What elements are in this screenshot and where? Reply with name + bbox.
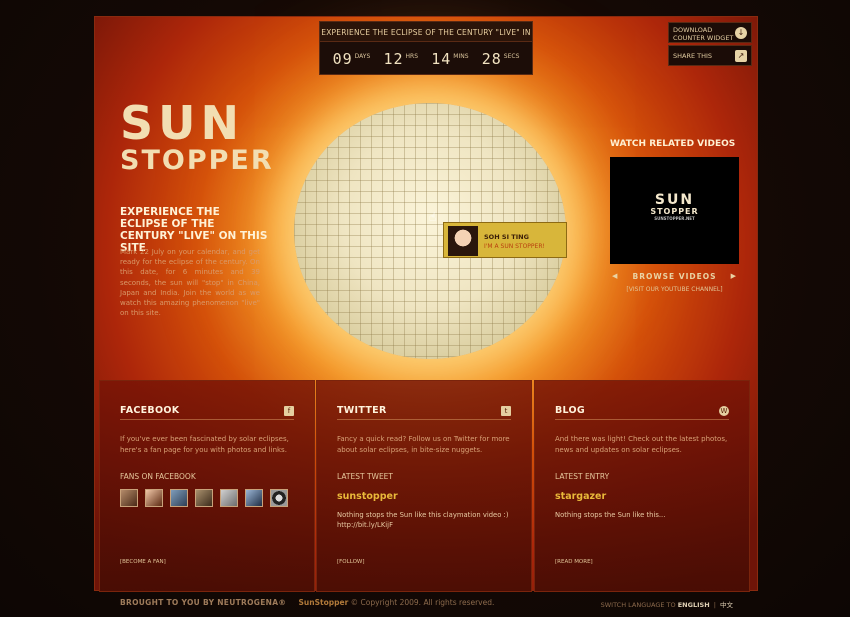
user-status: I'M A SUN STOPPER! (484, 243, 545, 250)
videos-heading: WATCH RELATED VIDEOS (610, 139, 736, 149)
logo-line-1: SUN (120, 96, 244, 150)
browse-videos-label: BROWSE VIDEOS (632, 272, 717, 281)
twitter-title: TWITTER (337, 405, 387, 416)
countdown-value: 09 (332, 50, 353, 68)
fan-avatar[interactable] (270, 489, 288, 507)
countdown-unit: SECS (503, 53, 520, 60)
facebook-header: FACEBOOK f (120, 405, 294, 420)
countdown-row: 09 DAYS 12 HRS 14 MINS 28 SECS (320, 42, 532, 68)
sunstopper-logo[interactable]: SUN STOPPER (120, 100, 274, 176)
blog-description: And there was light! Check out the lates… (555, 435, 728, 454)
fans-list (120, 489, 294, 507)
countdown-value: 14 (431, 50, 452, 68)
become-fan-link[interactable]: [BECOME A FAN] (120, 559, 166, 565)
video-logo-line-3: SUNSTOPPER.NET (654, 216, 695, 221)
twitter-user-link[interactable]: sunstopper (337, 491, 511, 502)
latest-tweet-heading: LATEST TWEET (337, 472, 394, 481)
countdown-minutes: 14 MINS (431, 50, 468, 68)
blog-header: BLOG W (555, 405, 729, 420)
share-button[interactable]: SHARE THIS ↗ (668, 45, 752, 66)
blog-entry-link[interactable]: stargazer (555, 491, 729, 502)
fan-avatar[interactable] (195, 489, 213, 507)
fan-avatar[interactable] (220, 489, 238, 507)
countdown-panel: EXPERIENCE THE ECLIPSE OF THE CENTURY "L… (319, 21, 533, 75)
countdown-value: 12 (383, 50, 404, 68)
browse-videos: ◀ BROWSE VIDEOS ▶ (610, 272, 739, 281)
share-icon: ↗ (735, 50, 747, 62)
twitter-icon[interactable]: t (501, 405, 511, 416)
footer-brand[interactable]: BROUGHT TO YOU BY NEUTROGENA® (120, 598, 286, 607)
twitter-description: Fancy a quick read? Follow us on Twitter… (337, 435, 510, 454)
footer-credits: BROUGHT TO YOU BY NEUTROGENA® SunStopper… (120, 598, 494, 607)
language-english[interactable]: ENGLISH (678, 601, 710, 609)
twitter-header: TWITTER t (337, 405, 511, 420)
logo-line-2: STOPPER (120, 145, 274, 176)
read-more-link[interactable]: [READ MORE] (555, 559, 593, 565)
blog-title: BLOG (555, 405, 586, 416)
latest-entry-heading: LATEST ENTRY (555, 472, 610, 481)
fan-avatar[interactable] (120, 489, 138, 507)
countdown-unit: MINS (453, 53, 469, 60)
facebook-panel: FACEBOOK f If you've ever been fascinate… (99, 380, 315, 592)
fan-avatar[interactable] (170, 489, 188, 507)
user-name: SOH SI TING (484, 233, 529, 241)
countdown-value: 28 (481, 50, 502, 68)
blog-panel: BLOG W And there was light! Check out th… (534, 380, 750, 592)
language-switcher: SWITCH LANGUAGE TO ENGLISH | 中文 (601, 599, 733, 609)
language-separator: | (713, 601, 716, 609)
language-label: SWITCH LANGUAGE TO (600, 601, 676, 609)
fan-avatar[interactable] (145, 489, 163, 507)
intro-text: Mark 22 July on your calendar, and get r… (120, 248, 260, 318)
next-arrow-icon[interactable]: ▶ (731, 272, 737, 280)
facebook-icon[interactable]: f (284, 405, 294, 416)
follow-link[interactable]: [FOLLOW] (337, 559, 364, 565)
wordpress-icon[interactable]: W (719, 405, 729, 416)
user-tooltip: SOH SI TING I'M A SUN STOPPER! (443, 222, 567, 258)
download-widget-button[interactable]: DOWNLOAD COUNTER WIDGET ↓ (668, 22, 752, 43)
blog-entry-text: Nothing stops the Sun like this... (555, 511, 666, 519)
tweet-text: Nothing stops the Sun like this claymati… (337, 511, 509, 529)
countdown-hours: 12 HRS (383, 50, 418, 68)
footer-app-name: SunStopper (298, 598, 349, 607)
video-player[interactable]: SUN STOPPER SUNSTOPPER.NET (610, 157, 739, 264)
video-thumbnail-logo: SUN STOPPER SUNSTOPPER.NET (610, 193, 739, 222)
video-logo-line-1: SUN (654, 192, 695, 208)
user-avatar (448, 226, 478, 256)
video-logo-line-2: STOPPER (650, 207, 699, 216)
fan-avatar[interactable] (245, 489, 263, 507)
hand-cursor-icon: ☝ (429, 210, 437, 224)
countdown-unit: DAYS (354, 53, 371, 60)
facebook-description: If you've ever been fascinated by solar … (120, 435, 289, 454)
prev-arrow-icon[interactable]: ◀ (612, 272, 618, 280)
facebook-title: FACEBOOK (120, 405, 180, 416)
language-chinese[interactable]: 中文 (720, 601, 733, 609)
countdown-days: 09 DAYS (333, 50, 371, 68)
countdown-seconds: 28 SECS (482, 50, 520, 68)
youtube-channel-link[interactable]: [VISIT OUR YOUTUBE CHANNEL] (610, 286, 739, 293)
fans-heading: FANS ON FACEBOOK (120, 472, 196, 481)
twitter-panel: TWITTER t Fancy a quick read? Follow us … (316, 380, 532, 592)
countdown-unit: HRS (405, 53, 419, 60)
download-icon: ↓ (735, 27, 747, 39)
footer-copyright: © Copyright 2009. All rights reserved. (350, 598, 495, 607)
countdown-title: EXPERIENCE THE ECLIPSE OF THE CENTURY "L… (320, 22, 532, 42)
